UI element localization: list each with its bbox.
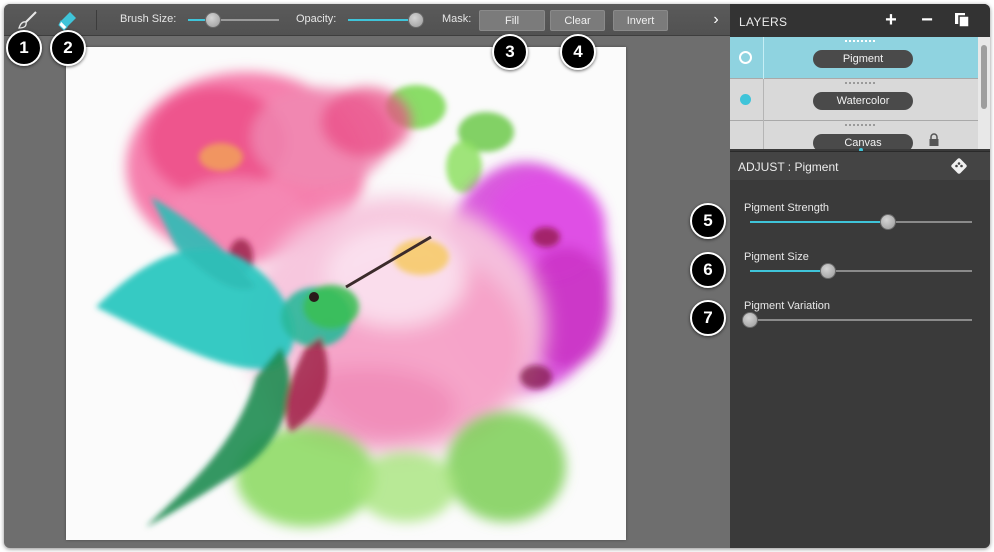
layer-name[interactable]: Pigment xyxy=(813,50,913,68)
opacity-fill xyxy=(348,19,416,21)
callout-1: 1 xyxy=(6,30,42,66)
scrollbar-thumb[interactable] xyxy=(981,45,987,109)
app-window: Brush Size: Opacity: Mask: Fill Clear In… xyxy=(4,4,990,548)
layer-list: Pigment Watercolor Canvas xyxy=(730,37,978,149)
layers-header: LAYERS + − xyxy=(730,4,990,37)
watercolor-hummingbird-image xyxy=(96,72,611,527)
pigment-size-label: Pigment Size xyxy=(744,251,809,263)
paintbrush-icon[interactable] xyxy=(16,8,40,32)
callout-2: 2 xyxy=(50,30,86,66)
mask-label: Mask: xyxy=(442,13,472,25)
drag-handle-icon[interactable] xyxy=(845,82,875,86)
visibility-toggle-icon[interactable] xyxy=(740,94,751,105)
layer-name[interactable]: Canvas xyxy=(813,134,913,149)
artwork-canvas[interactable] xyxy=(66,47,626,540)
layer-divider xyxy=(763,121,764,149)
layer-row-canvas[interactable]: Canvas xyxy=(730,121,978,149)
callout-4: 4 xyxy=(560,34,596,70)
layer-divider xyxy=(763,37,764,79)
layer-row-watercolor[interactable]: Watercolor xyxy=(730,79,978,121)
minus-icon[interactable]: − xyxy=(917,10,937,30)
pigment-size-knob[interactable] xyxy=(819,263,836,279)
plus-icon[interactable]: + xyxy=(881,10,901,30)
pigment-size-fill xyxy=(750,270,828,272)
pigment-strength-fill xyxy=(750,221,888,223)
layer-row-pigment[interactable]: Pigment xyxy=(730,37,978,79)
pigment-variation-knob[interactable] xyxy=(742,312,758,328)
right-panel: LAYERS + − Pigment Watercolor Canvas ADJ… xyxy=(730,4,990,548)
drag-handle-icon[interactable] xyxy=(845,124,875,128)
clear-button[interactable]: Clear xyxy=(550,10,605,31)
drag-handle-icon[interactable] xyxy=(845,40,875,44)
lock-icon xyxy=(929,133,939,146)
adjust-title: ADJUST : Pigment xyxy=(738,160,839,174)
callout-7: 7 xyxy=(690,300,726,336)
opacity-label: Opacity: xyxy=(296,13,337,25)
brush-size-knob[interactable] xyxy=(204,12,221,28)
layers-title: LAYERS xyxy=(739,15,788,29)
opacity-slider[interactable] xyxy=(348,12,424,28)
callout-6: 6 xyxy=(690,252,726,288)
pigment-strength-slider[interactable] xyxy=(750,214,972,230)
pigment-size-slider[interactable] xyxy=(750,263,972,279)
adjust-header: ADJUST : Pigment xyxy=(730,151,990,180)
toolbar: Brush Size: Opacity: Mask: Fill Clear In… xyxy=(4,4,730,36)
chevron-right-icon[interactable]: › xyxy=(708,10,724,30)
duplicate-icon[interactable] xyxy=(952,10,972,30)
pigment-variation-label: Pigment Variation xyxy=(744,300,831,312)
pigment-variation-slider[interactable] xyxy=(742,312,972,328)
opacity-knob[interactable] xyxy=(408,12,424,28)
toolbar-separator xyxy=(96,10,97,30)
callout-5: 5 xyxy=(690,203,726,239)
eraser-icon[interactable] xyxy=(56,8,80,32)
layer-name[interactable]: Watercolor xyxy=(813,92,913,110)
callout-3: 3 xyxy=(492,34,528,70)
pigment-strength-knob[interactable] xyxy=(879,214,896,230)
brush-size-label: Brush Size: xyxy=(120,13,177,25)
dice-icon[interactable] xyxy=(950,157,968,175)
layer-scrollbar[interactable] xyxy=(978,37,990,149)
visibility-toggle-icon[interactable] xyxy=(739,51,752,64)
invert-button[interactable]: Invert xyxy=(613,10,668,31)
layer-divider xyxy=(763,79,764,121)
fill-button[interactable]: Fill xyxy=(479,10,545,31)
pigment-strength-label: Pigment Strength xyxy=(744,202,829,214)
brush-size-slider[interactable] xyxy=(188,12,279,28)
